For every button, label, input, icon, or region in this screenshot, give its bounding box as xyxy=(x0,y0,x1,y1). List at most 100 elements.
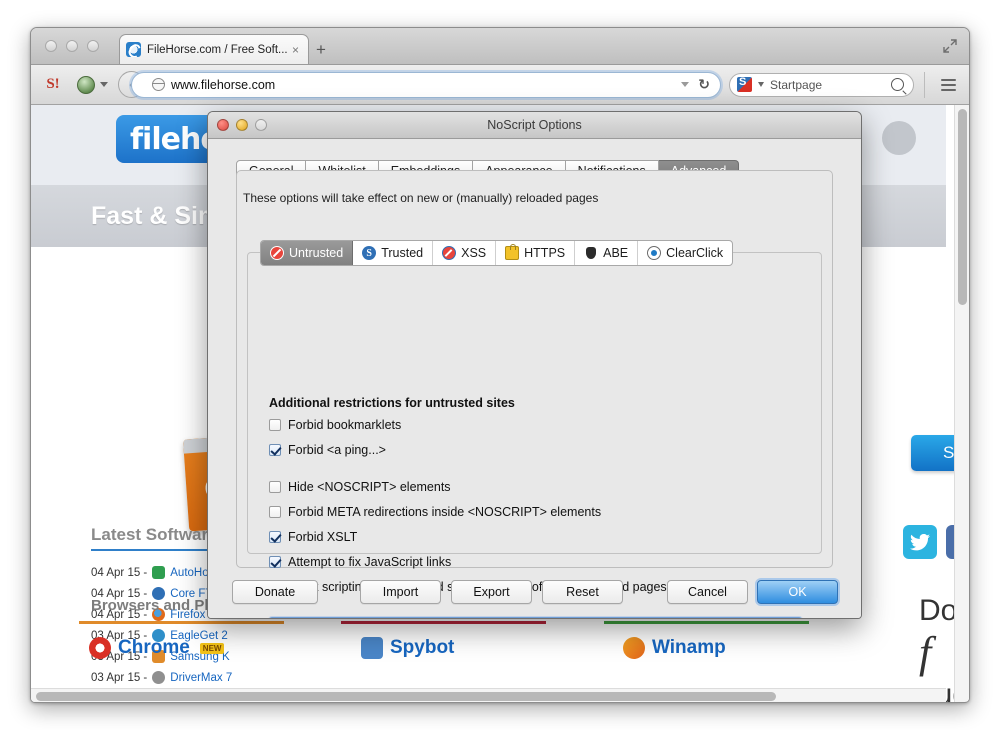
option-label: Forbid bookmarklets xyxy=(288,418,402,432)
chevron-down-icon[interactable] xyxy=(681,82,690,87)
ok-button[interactable]: OK xyxy=(757,580,838,604)
option-label: Forbid <a ping...> xyxy=(288,443,386,457)
winamp-icon xyxy=(623,637,645,659)
twitter-icon[interactable] xyxy=(903,525,937,559)
chrome-icon xyxy=(89,637,111,659)
option-forbid-xslt[interactable]: Forbid XSLT xyxy=(269,530,801,555)
subtab-label: Trusted xyxy=(381,246,424,260)
dialog-minimize-button[interactable] xyxy=(236,119,248,131)
dialog-footer: Donate Import Export Reset Cancel OK xyxy=(208,574,861,618)
tab-title: FileHorse.com / Free Soft... xyxy=(147,43,288,56)
dialog-zoom-button[interactable] xyxy=(255,119,267,131)
option-label: Attempt to fix JavaScript links xyxy=(288,555,452,569)
subtab-abe[interactable]: ABE xyxy=(575,241,639,265)
window-zoom-button[interactable] xyxy=(87,40,99,52)
chevron-down-icon[interactable] xyxy=(100,82,108,87)
options-section-heading: Additional restrictions for untrusted si… xyxy=(269,396,515,410)
window-close-button[interactable] xyxy=(45,40,57,52)
search-bar[interactable]: Startpage xyxy=(729,72,914,97)
subtab-xss[interactable]: XSS xyxy=(433,241,497,265)
subtab-label: Untrusted xyxy=(289,246,344,260)
divider xyxy=(79,621,284,624)
filehorse-favicon-icon xyxy=(126,42,141,57)
scrollbar-thumb[interactable] xyxy=(958,109,967,305)
tab-close-icon[interactable]: × xyxy=(289,44,302,56)
subtab-untrusted[interactable]: Untrusted xyxy=(261,241,354,265)
lock-icon xyxy=(505,244,520,260)
option-forbid-bookmarklets[interactable]: Forbid bookmarklets xyxy=(269,418,801,443)
divider xyxy=(604,621,809,624)
chevron-down-icon[interactable] xyxy=(758,82,764,87)
noscript-icon xyxy=(270,246,284,260)
app-icon xyxy=(152,671,166,684)
window-minimize-button[interactable] xyxy=(66,40,78,52)
list-item[interactable]: 03 Apr 15 - DriverMax 7 xyxy=(91,667,232,688)
option-forbid-meta-redirections[interactable]: Forbid META redirections inside <NOSCRIP… xyxy=(269,505,801,530)
product-link[interactable]: Chrome NEW xyxy=(89,637,225,659)
divider xyxy=(341,621,546,624)
release-date: 04 Apr 15 - xyxy=(91,566,148,579)
option-label: Forbid XSLT xyxy=(288,530,358,544)
release-date: 03 Apr 15 - xyxy=(91,671,148,684)
donate-button[interactable]: Donate xyxy=(232,580,318,604)
option-label: Hide <NOSCRIPT> elements xyxy=(288,480,451,494)
checkbox[interactable] xyxy=(269,531,281,543)
scrollbar-thumb[interactable] xyxy=(36,692,776,701)
platform-logo-icon xyxy=(882,121,916,155)
checkbox[interactable] xyxy=(269,481,281,493)
vertical-scrollbar[interactable] xyxy=(954,105,969,702)
browser-tab-filehorse[interactable]: FileHorse.com / Free Soft... × xyxy=(119,34,309,64)
search-engine-label[interactable]: Startpage xyxy=(770,78,891,92)
horizontal-scrollbar[interactable] xyxy=(31,688,946,702)
export-button[interactable]: Export xyxy=(451,580,532,604)
xss-icon xyxy=(442,246,457,260)
product-name[interactable]: Spybot xyxy=(390,637,454,659)
option-forbid-a-ping[interactable]: Forbid <a ping...> xyxy=(269,443,801,468)
product-link[interactable]: Spybot xyxy=(361,637,454,659)
product-name[interactable]: Winamp xyxy=(652,637,726,659)
sub-tab-bar: Untrusted S Trusted XSS HTTPS ABE ClearC… xyxy=(260,240,734,266)
dialog-hint-text: These options will take effect on new or… xyxy=(240,191,602,205)
dialog-close-button[interactable] xyxy=(217,119,229,131)
subtab-label: HTTPS xyxy=(524,246,566,260)
subtab-trusted[interactable]: S Trusted xyxy=(353,241,434,265)
dialog-title: NoScript Options xyxy=(487,118,582,132)
search-icon[interactable] xyxy=(891,78,904,91)
address-bar[interactable]: www.filehorse.com ↻ xyxy=(131,71,721,98)
reset-button[interactable]: Reset xyxy=(542,580,623,604)
subtab-label: ClearClick xyxy=(666,246,724,260)
product-link[interactable]: Winamp xyxy=(623,637,726,659)
checkbox[interactable] xyxy=(269,556,281,568)
checkbox[interactable] xyxy=(269,419,281,431)
tab-strip: FileHorse.com / Free Soft... × + xyxy=(31,28,969,65)
abe-shield-icon xyxy=(584,246,598,260)
dialog-body: General Whitelist Embeddings Appearance … xyxy=(208,139,861,618)
subtab-https[interactable]: HTTPS xyxy=(496,241,576,265)
subtab-label: XSS xyxy=(461,246,487,260)
noscript-options-dialog: NoScript Options General Whitelist Embed… xyxy=(207,111,862,619)
noscript-toolbar-icon[interactable] xyxy=(77,75,95,94)
screen: FileHorse.com / Free Soft... × + S! ‹ ww… xyxy=(0,0,1000,730)
subtab-clearclick[interactable]: ClearClick xyxy=(638,241,732,265)
app-icon xyxy=(152,566,166,579)
trusted-shield-icon: S xyxy=(362,246,377,260)
window-traffic-lights[interactable] xyxy=(45,40,99,52)
hamburger-menu-button[interactable] xyxy=(924,71,961,98)
dialog-traffic-lights[interactable] xyxy=(217,119,267,131)
release-name[interactable]: DriverMax 7 xyxy=(170,672,232,684)
checkbox[interactable] xyxy=(269,506,281,518)
checkbox[interactable] xyxy=(269,444,281,456)
new-tab-button[interactable]: + xyxy=(316,41,326,58)
window-fullscreen-icon[interactable] xyxy=(941,37,959,55)
scriptish-icon[interactable]: S! xyxy=(43,75,63,95)
globe-icon xyxy=(151,78,165,91)
product-name[interactable]: Chrome xyxy=(118,637,190,659)
option-hide-noscript-elements[interactable]: Hide <NOSCRIPT> elements xyxy=(269,480,801,505)
navigation-toolbar: S! ‹ www.filehorse.com ↻ Startpage xyxy=(31,65,969,105)
dialog-title-bar: NoScript Options xyxy=(208,112,861,139)
reload-icon[interactable]: ↻ xyxy=(698,76,710,93)
new-badge: NEW xyxy=(199,642,225,654)
import-button[interactable]: Import xyxy=(360,580,441,604)
url-text[interactable]: www.filehorse.com xyxy=(171,78,681,92)
cancel-button[interactable]: Cancel xyxy=(667,580,748,604)
